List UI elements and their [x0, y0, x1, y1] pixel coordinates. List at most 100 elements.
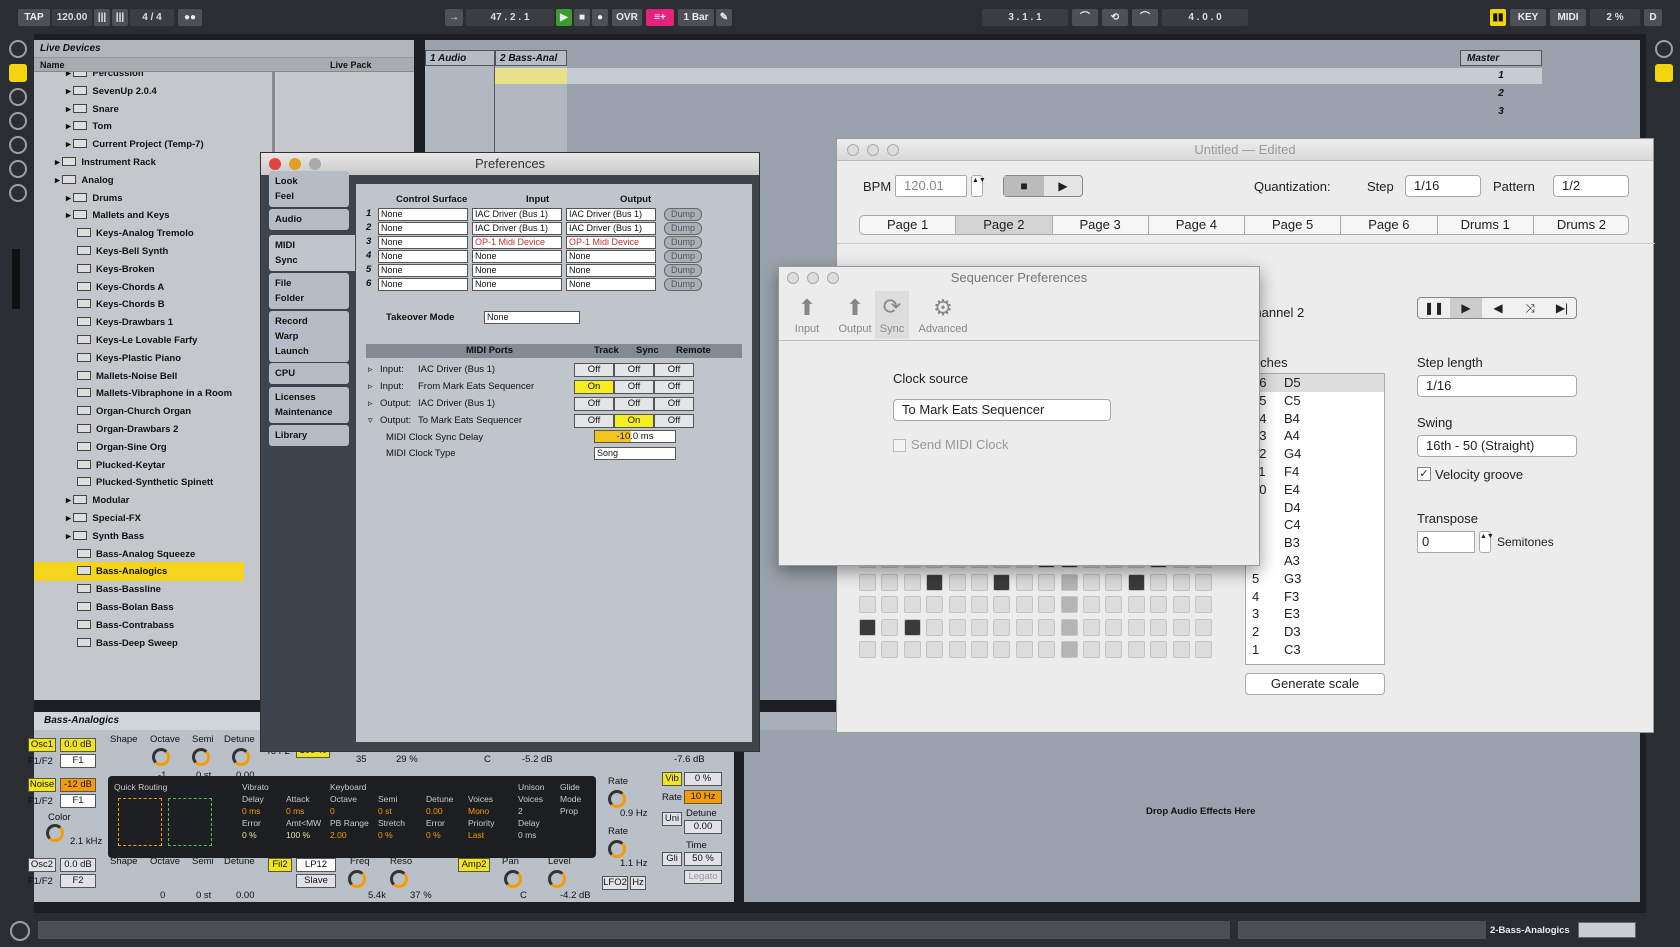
vibrato-toggle[interactable]: Vib: [662, 772, 682, 786]
browser-item[interactable]: ▸ Current Project (Temp-7): [34, 135, 244, 154]
color-knob[interactable]: [46, 824, 64, 842]
pitch-row[interactable]: 13A4: [1246, 427, 1384, 445]
step-cell[interactable]: [1105, 618, 1123, 636]
play-icon[interactable]: ▶: [1044, 176, 1082, 196]
step-cell[interactable]: [1195, 618, 1212, 636]
step-cell[interactable]: [881, 596, 899, 614]
browser-item[interactable]: Keys-Chords B: [34, 295, 244, 314]
step-cell[interactable]: [1015, 596, 1033, 614]
browser-item[interactable]: Plucked-Synthetic Spinett: [34, 473, 244, 492]
browser-item[interactable]: Mallets-Vibraphone in a Room: [34, 384, 244, 403]
browser-item[interactable]: ▸ Drums: [34, 189, 244, 208]
tab-page[interactable]: Page 3: [1053, 216, 1149, 234]
computer-midi-icon[interactable]: ▮▮: [1490, 9, 1506, 26]
track-header-1[interactable]: 1 Audio: [425, 50, 495, 66]
track-toggle[interactable]: On: [574, 380, 614, 394]
song-position[interactable]: 47 . 2 . 1: [466, 9, 554, 26]
filter2-toggle[interactable]: Fil2: [268, 858, 292, 872]
session-view-icon[interactable]: [1655, 40, 1673, 58]
tab-output[interactable]: ⬆ Output: [835, 293, 875, 339]
input-select[interactable]: OP-1 Midi Device: [472, 236, 562, 249]
expand-chevron-icon[interactable]: ▹: [368, 381, 373, 392]
expand-chevron-icon[interactable]: ▸: [66, 513, 73, 524]
step-cell[interactable]: [971, 641, 988, 658]
remote-toggle[interactable]: Off: [654, 363, 694, 377]
routing-matrix-1[interactable]: [118, 798, 162, 846]
osc1-toggle[interactable]: Osc1: [28, 738, 56, 752]
play-icon[interactable]: ▶: [556, 9, 572, 26]
prefs-tab[interactable]: MIDI Sync: [269, 235, 355, 271]
input-select[interactable]: None: [472, 264, 562, 277]
browser-item[interactable]: ▸ Synth Bass: [34, 527, 244, 546]
follow-icon[interactable]: →: [445, 9, 463, 26]
step-cell[interactable]: [1127, 596, 1145, 614]
expand-chevron-icon[interactable]: ▸: [66, 210, 73, 221]
loop-icon[interactable]: ⟲: [1102, 9, 1128, 26]
output-select[interactable]: OP-1 Midi Device: [566, 236, 656, 249]
browser-item[interactable]: Keys-Plastic Piano: [34, 349, 244, 368]
browser-item[interactable]: Keys-Bell Synth: [34, 242, 244, 261]
control-surface-select[interactable]: None: [378, 264, 468, 277]
pitch-row[interactable]: 4 F3: [1246, 588, 1384, 606]
browser-item[interactable]: ▸ Special-FX: [34, 509, 244, 528]
vibrato-amount[interactable]: 0 %: [684, 772, 722, 786]
tab-input[interactable]: ⬆ Input: [789, 293, 825, 339]
step-cell[interactable]: [1172, 618, 1190, 636]
step-cell[interactable]: [881, 618, 899, 636]
sync-toggle[interactable]: Off: [614, 380, 654, 394]
browser-item[interactable]: ▸ Mallets and Keys: [34, 206, 244, 225]
prefs-tab[interactable]: CPU: [269, 363, 349, 384]
close-icon[interactable]: [269, 158, 281, 170]
step-cell[interactable]: [948, 596, 966, 614]
step-cell[interactable]: [948, 618, 966, 636]
browser-item[interactable]: ▸ Tom: [34, 117, 244, 136]
metronome-icon[interactable]: ●●: [178, 9, 202, 26]
prefs-tab[interactable]: Library: [269, 425, 349, 446]
output-select[interactable]: None: [566, 250, 656, 263]
lfo2-hz[interactable]: Hz: [630, 876, 646, 890]
minimize-icon[interactable]: [289, 158, 301, 170]
step-cell[interactable]: [903, 596, 921, 614]
vibrato-rate[interactable]: 10 Hz: [684, 790, 722, 804]
routing-matrix-2[interactable]: [168, 798, 212, 846]
dump-button[interactable]: Dump: [664, 250, 702, 263]
control-surface-select[interactable]: None: [378, 250, 468, 263]
step-cell[interactable]: [1150, 618, 1168, 636]
prefs-tab[interactable]: Licenses Maintenance: [269, 387, 349, 423]
pitch-row[interactable]: 12G4: [1246, 445, 1384, 463]
browser-item[interactable]: Bass-Deep Sweep: [34, 634, 244, 653]
step-cell[interactable]: [1038, 641, 1056, 658]
tab-page[interactable]: Page 1: [860, 216, 957, 234]
record-icon[interactable]: ●: [592, 9, 608, 26]
time-signature[interactable]: 4 / 4: [130, 9, 174, 26]
step-cell[interactable]: [1105, 596, 1123, 614]
bpm-field[interactable]: 120.01: [895, 175, 967, 197]
control-surface-select[interactable]: None: [378, 208, 468, 221]
prefs-tab[interactable]: File Folder: [269, 273, 349, 309]
scrollbar[interactable]: [12, 249, 20, 309]
step-cell[interactable]: [1038, 573, 1056, 591]
expand-chevron-icon[interactable]: ▸: [55, 157, 62, 168]
input-select[interactable]: None: [472, 278, 562, 291]
expand-chevron-icon[interactable]: ▸: [66, 86, 73, 97]
track-toggle[interactable]: Off: [574, 363, 614, 377]
master-track-header[interactable]: Master: [1460, 50, 1542, 66]
output-select[interactable]: IAC Driver (Bus 1): [566, 222, 656, 235]
step-cell[interactable]: [859, 641, 876, 658]
refresh-icon[interactable]: [9, 184, 27, 202]
filter2-slave[interactable]: Slave: [296, 874, 336, 888]
step-cell[interactable]: [1015, 641, 1033, 658]
step-cell[interactable]: [1105, 573, 1123, 591]
detune-knob[interactable]: [232, 748, 250, 766]
step-cell[interactable]: [993, 573, 1011, 591]
quantize-menu[interactable]: 1 Bar: [678, 9, 714, 26]
step-cell[interactable]: [1105, 641, 1123, 658]
step-cell[interactable]: [926, 596, 944, 614]
step-cell[interactable]: [903, 641, 921, 658]
clock-delay-field[interactable]: -10.0 ms: [594, 430, 676, 443]
close-icon[interactable]: [847, 144, 859, 156]
pitch-row[interactable]: 5 G3: [1246, 570, 1384, 588]
step-cell[interactable]: [971, 596, 988, 614]
stop-icon[interactable]: ■: [574, 9, 590, 26]
lfo2-rate-knob[interactable]: [608, 840, 626, 858]
